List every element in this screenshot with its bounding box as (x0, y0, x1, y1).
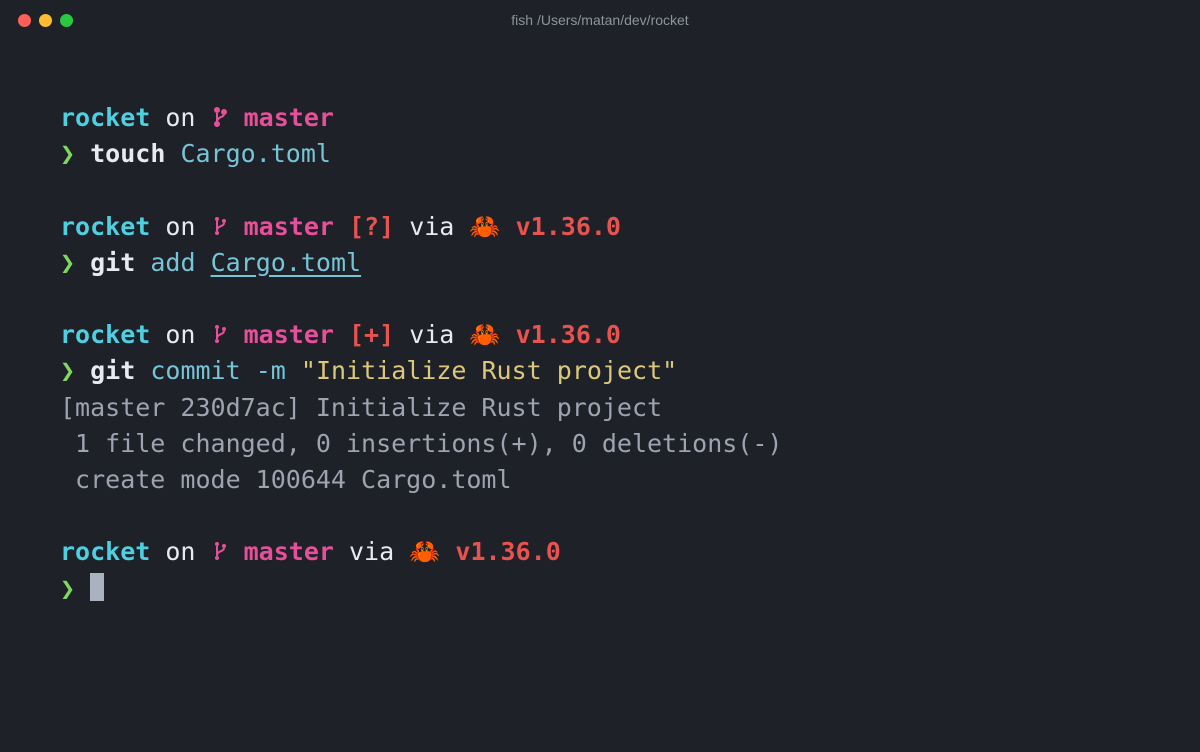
command-arg: Cargo.toml (180, 139, 331, 168)
rust-icon: 🦀 (469, 212, 500, 241)
via-label: via (409, 212, 454, 241)
git-status: [?] (349, 212, 394, 241)
rust-icon: 🦀 (409, 537, 440, 566)
minimize-window-button[interactable] (39, 14, 52, 27)
output-line: [master 230d7ac] Initialize Rust project (60, 390, 1140, 426)
prompt-arrow: ❯ (60, 139, 75, 168)
rust-version: v1.36.0 (516, 320, 621, 349)
command-main: touch (90, 139, 165, 168)
command-string: "Initialize Rust project" (301, 356, 677, 385)
on-label: on (165, 103, 195, 132)
traffic-lights (18, 14, 73, 27)
rust-version: v1.36.0 (516, 212, 621, 241)
command-line: ❯ (60, 571, 1140, 607)
terminal-cursor[interactable] (90, 573, 104, 601)
command-main: git (90, 356, 135, 385)
rust-icon: 🦀 (469, 320, 500, 349)
directory-name: rocket (60, 320, 150, 349)
terminal-output[interactable]: rocket on master ❯ touch Cargo.toml rock… (0, 40, 1200, 607)
branch-name: master (244, 103, 334, 132)
command-sub: add (150, 248, 195, 277)
command-arg: Cargo.toml (211, 248, 362, 277)
prompt-arrow: ❯ (60, 248, 75, 277)
branch-name: master (244, 537, 334, 566)
prompt-line: rocket on master [?] via 🦀 v1.36.0 (60, 209, 1140, 245)
output-line: create mode 100644 Cargo.toml (60, 462, 1140, 498)
on-label: on (165, 537, 195, 566)
on-label: on (165, 212, 195, 241)
prompt-line: rocket on master via 🦀 v1.36.0 (60, 534, 1140, 570)
maximize-window-button[interactable] (60, 14, 73, 27)
close-window-button[interactable] (18, 14, 31, 27)
directory-name: rocket (60, 103, 150, 132)
git-branch-icon (211, 103, 229, 132)
output-line: 1 file changed, 0 insertions(+), 0 delet… (60, 426, 1140, 462)
via-label: via (409, 320, 454, 349)
window-titlebar: fish /Users/matan/dev/rocket (0, 0, 1200, 40)
command-flag: -m (256, 356, 286, 385)
command-line: ❯ touch Cargo.toml (60, 136, 1140, 172)
git-branch-icon (211, 537, 229, 566)
command-sub: commit (150, 356, 240, 385)
git-branch-icon (211, 212, 229, 241)
command-main: git (90, 248, 135, 277)
branch-name: master (244, 320, 334, 349)
on-label: on (165, 320, 195, 349)
prompt-line: rocket on master (60, 100, 1140, 136)
prompt-arrow: ❯ (60, 574, 75, 603)
via-label: via (349, 537, 394, 566)
prompt-line: rocket on master [+] via 🦀 v1.36.0 (60, 317, 1140, 353)
command-line: ❯ git commit -m "Initialize Rust project… (60, 353, 1140, 389)
branch-name: master (244, 212, 334, 241)
prompt-arrow: ❯ (60, 356, 75, 385)
command-line: ❯ git add Cargo.toml (60, 245, 1140, 281)
git-branch-icon (211, 320, 229, 349)
directory-name: rocket (60, 212, 150, 241)
directory-name: rocket (60, 537, 150, 566)
git-status: [+] (349, 320, 394, 349)
window-title: fish /Users/matan/dev/rocket (511, 12, 688, 28)
rust-version: v1.36.0 (455, 537, 560, 566)
